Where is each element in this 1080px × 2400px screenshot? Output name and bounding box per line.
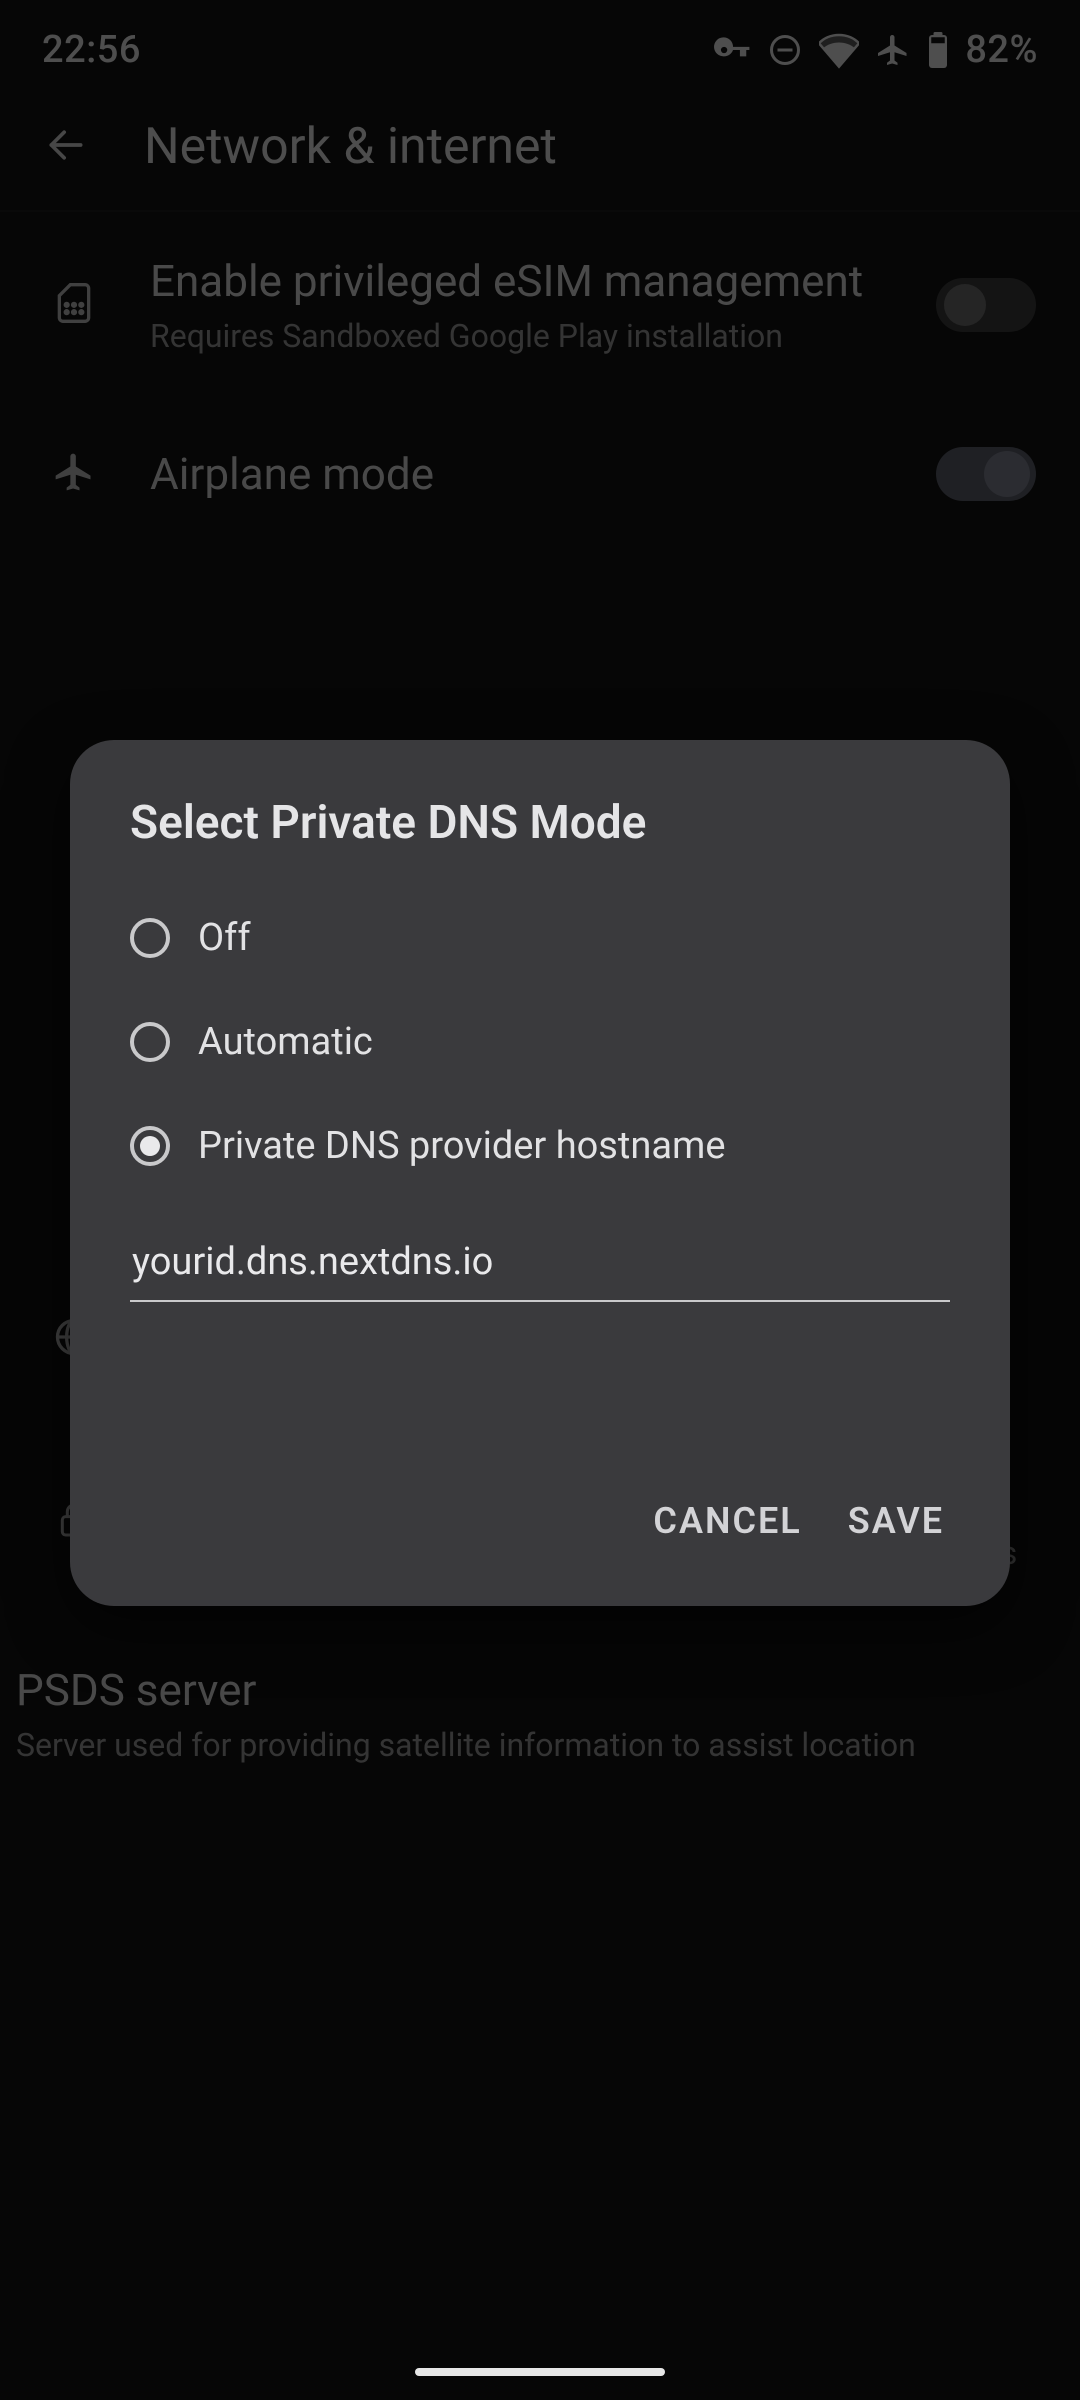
- private-dns-dialog: Select Private DNS Mode Off Automatic Pr…: [70, 740, 1010, 1606]
- gesture-bar: [415, 2368, 665, 2376]
- radio-icon: [130, 918, 170, 958]
- dialog-title: Select Private DNS Mode: [70, 796, 1010, 886]
- option-label: Automatic: [198, 1020, 373, 1064]
- option-off[interactable]: Off: [70, 886, 1010, 990]
- option-automatic[interactable]: Automatic: [70, 990, 1010, 1094]
- radio-icon: [130, 1022, 170, 1062]
- cancel-button[interactable]: CANCEL: [653, 1500, 801, 1542]
- option-hostname[interactable]: Private DNS provider hostname: [70, 1094, 1010, 1198]
- option-label: Off: [198, 916, 251, 960]
- radio-icon: [130, 1126, 170, 1166]
- hostname-input[interactable]: [130, 1230, 950, 1302]
- save-button[interactable]: SAVE: [848, 1500, 944, 1542]
- option-label: Private DNS provider hostname: [198, 1124, 725, 1168]
